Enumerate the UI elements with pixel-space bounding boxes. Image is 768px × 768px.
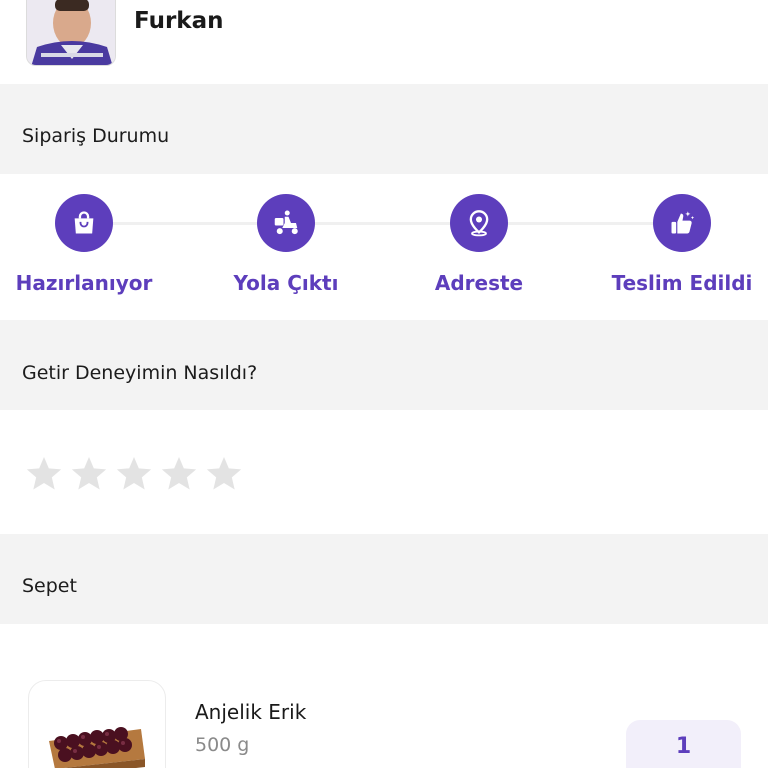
location-pin-icon <box>450 194 508 252</box>
order-status-title: Sipariş Durumu <box>22 125 170 147</box>
rating-title: Getir Deneyimin Nasıldı? <box>22 362 258 384</box>
status-step-label: Yola Çıktı <box>233 271 339 295</box>
basket-section: Anjelik Erik 500 g 1 <box>0 624 768 768</box>
basket-header: Sepet <box>0 534 768 624</box>
status-step-at-address: Adreste <box>389 194 569 295</box>
product-name: Anjelik Erik <box>195 700 307 724</box>
order-status-tracker: Hazırlanıyor Yola Çıktı Adreste Teslim E… <box>0 174 768 320</box>
basket-title: Sepet <box>22 575 77 597</box>
courier-card: Furkan <box>0 0 768 84</box>
quantity-badge: 1 <box>626 720 741 768</box>
thumbs-up-icon <box>653 194 711 252</box>
star-rating <box>24 454 244 494</box>
star-icon[interactable] <box>204 454 244 494</box>
star-icon[interactable] <box>24 454 64 494</box>
rating-header: Getir Deneyimin Nasıldı? <box>0 320 768 410</box>
star-icon[interactable] <box>114 454 154 494</box>
status-step-delivered: Teslim Edildi <box>592 194 768 295</box>
star-icon[interactable] <box>159 454 199 494</box>
star-icon[interactable] <box>69 454 109 494</box>
status-step-preparing: Hazırlanıyor <box>0 194 174 295</box>
shopping-bag-icon <box>55 194 113 252</box>
delivery-scooter-icon <box>257 194 315 252</box>
status-step-label: Hazırlanıyor <box>15 271 153 295</box>
status-step-label: Adreste <box>434 271 524 295</box>
rating-section <box>0 410 768 534</box>
quantity-value: 1 <box>675 734 692 759</box>
product-image[interactable] <box>28 680 166 768</box>
courier-avatar <box>26 0 116 66</box>
status-step-label: Teslim Edildi <box>611 271 753 295</box>
status-step-on-the-way: Yola Çıktı <box>196 194 376 295</box>
courier-name: Furkan <box>134 8 224 34</box>
order-status-header: Sipariş Durumu <box>0 84 768 174</box>
product-weight: 500 g <box>195 734 250 756</box>
